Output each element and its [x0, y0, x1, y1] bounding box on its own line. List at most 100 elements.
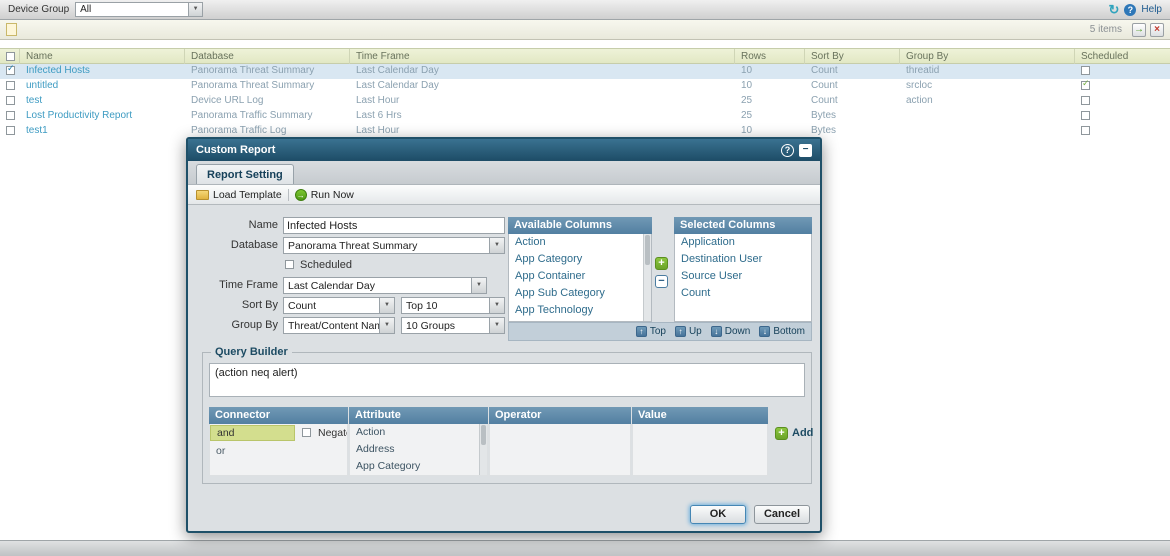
scheduled-checkbox[interactable]: ✓	[1081, 81, 1090, 90]
scrollbar-thumb[interactable]	[481, 425, 486, 445]
list-item[interactable]: App Technology	[509, 302, 651, 319]
list-item[interactable]: App Container	[509, 268, 651, 285]
attribute-item[interactable]: Action	[356, 424, 385, 441]
list-item[interactable]: Destination User	[675, 251, 811, 268]
attribute-column: Action Address App Category	[349, 424, 488, 476]
report-name-link[interactable]: Lost Productivity Report	[20, 109, 185, 124]
move-top-button[interactable]: ↑Top	[636, 326, 666, 337]
add-icon[interactable]: +	[775, 427, 788, 440]
name-input[interactable]	[283, 217, 505, 234]
move-buttons-bar: ↑Top ↑Up ↓Down ↓Bottom	[508, 322, 812, 341]
ok-button[interactable]: OK	[690, 505, 746, 524]
check-icon: ✓	[7, 64, 15, 74]
list-item[interactable]: Application	[675, 234, 811, 251]
row-checkbox[interactable]	[6, 111, 15, 120]
database-select[interactable]: Panorama Threat Summary ▼	[283, 237, 505, 254]
list-item[interactable]: App Category	[509, 251, 651, 268]
cancel-button[interactable]: Cancel	[754, 505, 810, 524]
column-header-sortby[interactable]: Sort By	[805, 49, 900, 64]
help-icon[interactable]: ?	[1124, 4, 1136, 16]
negate-checkbox[interactable]	[302, 428, 311, 437]
column-header-scheduled[interactable]: Scheduled	[1075, 49, 1170, 64]
tab-report-setting[interactable]: Report Setting	[196, 164, 294, 184]
report-name-link[interactable]: Infected Hosts	[20, 64, 185, 79]
group-by-select[interactable]: Threat/Content Name ▼	[283, 317, 395, 334]
column-header-timeframe[interactable]: Time Frame	[350, 49, 735, 64]
report-database: Panorama Threat Summary	[185, 64, 350, 79]
row-checkbox[interactable]: ✓	[6, 66, 15, 75]
selected-columns-header: Selected Columns	[674, 217, 812, 234]
row-checkbox[interactable]	[6, 96, 15, 105]
sort-by-limit-value: Top 10	[402, 298, 489, 313]
report-rows: 25	[735, 94, 805, 109]
sort-by-limit-select[interactable]: Top 10 ▼	[401, 297, 505, 314]
export-icon[interactable]: →	[1132, 23, 1146, 37]
chevron-down-icon: ▼	[379, 318, 394, 333]
scrollbar-thumb[interactable]	[645, 235, 650, 265]
row-checkbox-cell	[0, 109, 20, 124]
report-name-link[interactable]: untitled	[20, 79, 185, 94]
scheduled-checkbox[interactable]	[1081, 126, 1090, 135]
move-up-button[interactable]: ↑Up	[675, 326, 702, 337]
remove-column-icon[interactable]: −	[655, 275, 668, 288]
table-row[interactable]: untitled Panorama Threat Summary Last Ca…	[0, 79, 1170, 94]
dialog-toolbar: Load Template → Run Now	[188, 185, 820, 205]
value-column	[632, 424, 768, 476]
table-row[interactable]: test Device URL Log Last Hour 25 Count a…	[0, 94, 1170, 109]
run-now-button[interactable]: → Run Now	[295, 189, 354, 201]
help-link[interactable]: Help	[1141, 4, 1162, 15]
list-item[interactable]: Count	[675, 285, 811, 302]
scheduled-checkbox[interactable]	[1081, 111, 1090, 120]
report-name-link[interactable]: test1	[20, 124, 185, 139]
attribute-item[interactable]: Address	[356, 441, 395, 458]
query-input[interactable]: (action neq alert)	[209, 363, 805, 397]
top-bar: Device Group All ▼ ↻ ? Help	[0, 0, 1170, 20]
add-condition-button[interactable]: Add	[792, 427, 813, 439]
scheduled-checkbox[interactable]	[285, 260, 294, 269]
sort-by-select[interactable]: Count ▼	[283, 297, 395, 314]
table-row[interactable]: Lost Productivity Report Panorama Traffi…	[0, 109, 1170, 124]
scrollbar[interactable]	[479, 424, 487, 475]
chevron-down-icon: ▼	[489, 238, 504, 253]
table-row[interactable]: ✓ Infected Hosts Panorama Threat Summary…	[0, 64, 1170, 79]
dialog-help-icon[interactable]: ?	[781, 144, 794, 157]
connector-and[interactable]: and	[210, 425, 295, 441]
report-icon[interactable]	[6, 23, 17, 36]
row-checkbox[interactable]	[6, 81, 15, 90]
connector-or[interactable]: or	[216, 445, 225, 457]
move-up-label: Up	[689, 326, 702, 337]
scheduled-cell	[1075, 64, 1170, 79]
dialog-minimize-icon[interactable]: −	[799, 144, 812, 157]
row-checkbox[interactable]	[6, 126, 15, 135]
report-groupby: threatid	[900, 64, 1075, 79]
add-column-icon[interactable]: +	[655, 257, 668, 270]
report-groupby: srcloc	[900, 79, 1075, 94]
refresh-icon[interactable]: ↻	[1109, 2, 1120, 18]
list-item[interactable]: Action	[509, 234, 651, 251]
scrollbar[interactable]	[643, 234, 651, 321]
select-all-checkbox[interactable]	[6, 52, 15, 61]
attribute-item[interactable]: App Category	[356, 458, 420, 475]
column-header-rows[interactable]: Rows	[735, 49, 805, 64]
column-header-database[interactable]: Database	[185, 49, 350, 64]
column-header-name[interactable]: Name	[20, 49, 185, 64]
list-item[interactable]: Source User	[675, 268, 811, 285]
scheduled-checkbox[interactable]	[1081, 96, 1090, 105]
up-icon: ↑	[675, 326, 686, 337]
chevron-down-icon[interactable]: ▼	[188, 3, 202, 16]
folder-icon	[196, 190, 209, 200]
scheduled-checkbox[interactable]	[1081, 66, 1090, 75]
group-by-limit-select[interactable]: 10 Groups ▼	[401, 317, 505, 334]
move-down-button[interactable]: ↓Down	[711, 326, 751, 337]
report-name-link[interactable]: test	[20, 94, 185, 109]
move-bottom-button[interactable]: ↓Bottom	[759, 326, 805, 337]
list-item[interactable]: App Sub Category	[509, 285, 651, 302]
device-group-select[interactable]: All ▼	[75, 2, 203, 17]
close-icon[interactable]: ×	[1150, 23, 1164, 37]
scheduled-check-icon: ✓	[1082, 79, 1090, 89]
time-frame-select[interactable]: Last Calendar Day ▼	[283, 277, 487, 294]
bottom-icon: ↓	[759, 326, 770, 337]
column-header-groupby[interactable]: Group By	[900, 49, 1075, 64]
load-template-button[interactable]: Load Template	[196, 189, 282, 201]
available-columns-panel: Available Columns Action App Category Ap…	[508, 217, 652, 322]
